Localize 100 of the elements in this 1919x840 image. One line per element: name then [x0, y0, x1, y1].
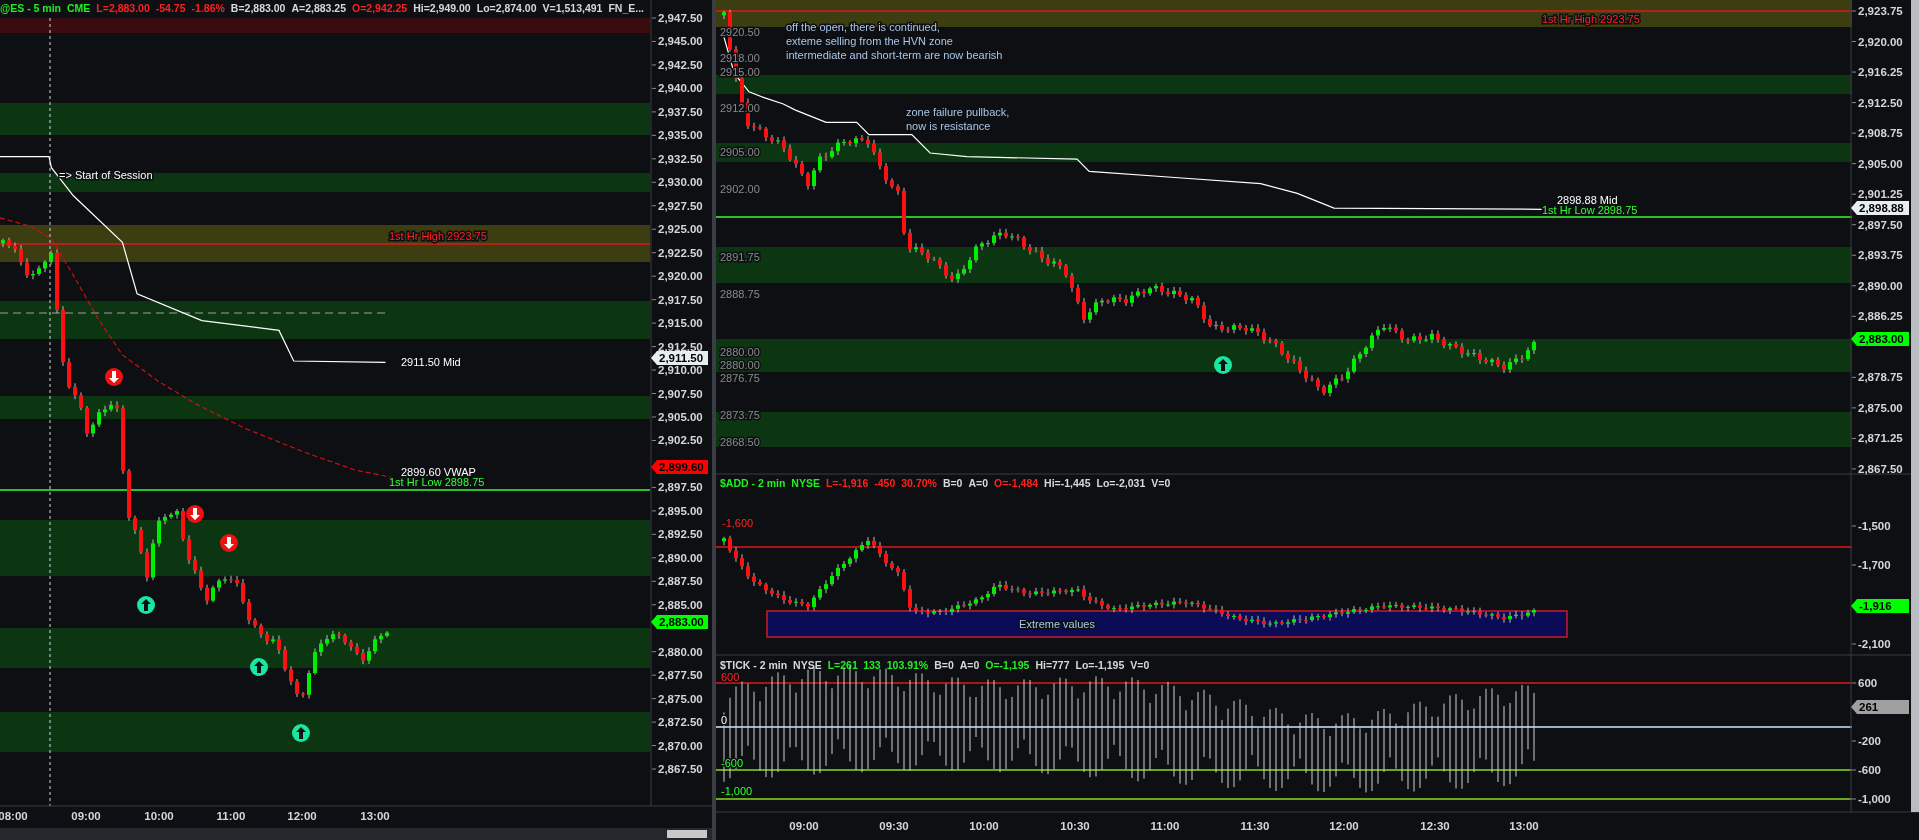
- axis-label: 2,897.50: [1851, 218, 1903, 231]
- axis-label: 2,910.00: [651, 364, 703, 377]
- axis-label: 2,867.50: [1851, 462, 1903, 475]
- axis-label: 2,875.00: [1851, 401, 1903, 414]
- axis-label: 2,877.50: [651, 669, 703, 682]
- axis-label: 2,905.00: [1851, 157, 1903, 170]
- axis-label: 2,917.50: [651, 293, 703, 306]
- axis-label: 2,930.00: [651, 176, 703, 189]
- axis-label: 2,885.00: [651, 598, 703, 611]
- time-axis-label: 10:30: [1060, 820, 1090, 832]
- axis-label: 2,945.00: [651, 35, 703, 48]
- axis-label: 2,927.50: [651, 199, 703, 212]
- chart-annotation: 2905.00: [720, 146, 760, 158]
- axis-label: 2,923.75: [1851, 5, 1903, 17]
- chart-annotation: 2899.60 VWAP: [401, 466, 476, 478]
- chart-annotation: 2902.00: [720, 183, 760, 195]
- axis-label: -2,100: [1851, 638, 1891, 650]
- chart-header: $TICK - 2 min NYSE L=261 133 103.91% B=0 A=0 O=-1,195 Hi=777 Lo=-1,195 V=0: [720, 659, 1150, 671]
- chart-annotation: -1,600: [722, 517, 754, 529]
- axis-label: 2,867.50: [651, 763, 703, 776]
- axis-label: 2,922.50: [651, 246, 703, 259]
- axis-label: 2,907.50: [651, 387, 703, 400]
- axis-label: 2,932.50: [651, 152, 703, 165]
- axis-label: 2,871.25: [1851, 432, 1903, 445]
- axis-label: 2,902.50: [651, 434, 703, 447]
- chart-header: $ADD - 2 min NYSE L=-1,916 -450 30.70% B=0 A=0 O=-1,484 Hi=-1,445 Lo=-2,031 V=0: [720, 477, 1171, 489]
- axis-label: 2,940.00: [651, 82, 703, 95]
- axis-label: 2,880.00: [651, 645, 703, 658]
- chart-note: zone failure pullback, now is resistance: [906, 106, 1010, 132]
- chart-annotation: => Start of Session: [59, 169, 153, 181]
- chart-annotation: 1st Hr High 2923.75: [389, 230, 487, 242]
- price-badge: 261: [1851, 700, 1909, 714]
- time-axis-label: 13:00: [1509, 820, 1539, 832]
- axis-label: 2,935.00: [651, 129, 703, 142]
- axis-label: 2,872.50: [651, 716, 703, 729]
- time-axis-label: 09:00: [789, 820, 819, 832]
- axis-label: 2,878.75: [1851, 371, 1903, 384]
- axis-label: 2,915.00: [651, 317, 703, 330]
- time-axis-label: 09:00: [71, 810, 101, 822]
- chart-annotation: 2911.50 Mid: [401, 356, 461, 368]
- axis-label: -200: [1851, 735, 1882, 747]
- chart-annotation: 2891.75: [720, 251, 760, 263]
- price-badge: 2,883.00: [651, 615, 708, 629]
- axis-label: 2,920.00: [1851, 35, 1903, 48]
- axis-label: 2,916.25: [1851, 66, 1903, 79]
- axis-label: 2,892.50: [651, 528, 703, 541]
- chart-annotation: 2868.50: [720, 436, 760, 448]
- time-axis-label: 10:00: [969, 820, 999, 832]
- axis-label: 2,912.50: [651, 340, 703, 353]
- chart-annotation: 2873.75: [720, 409, 760, 421]
- axis-label: 2,897.50: [651, 481, 703, 494]
- chart-header: @ES - 5 min CME L=2,883.00 -54.75 -1.86% B=2,883.00 A=2,883.25 O=2,942.25 Hi=2,949.00 Lo=2,874.00 V=1,513,491 FN_E...: [0, 2, 644, 14]
- time-axis-label: 11:00: [1150, 820, 1180, 832]
- axis-label: 2,893.75: [1851, 249, 1903, 262]
- axis-label: -600: [1851, 764, 1882, 776]
- chart-annotation: 600: [721, 671, 740, 683]
- chart-annotation: -1,000: [721, 785, 753, 797]
- time-axis-label: 13:00: [360, 810, 390, 822]
- axis-label: 2,870.00: [651, 739, 703, 752]
- price-badge: -1,916: [1851, 599, 1909, 613]
- time-axis-label: 09:30: [879, 820, 909, 832]
- price-badge: 2,883.00: [1851, 332, 1909, 346]
- axis-label: 600: [1851, 677, 1878, 689]
- chart-annotation: 2888.75: [720, 288, 760, 300]
- axis-label: -1,000: [1851, 793, 1891, 805]
- chart-annotation: 2880.00: [720, 346, 760, 358]
- price-badge: 2,898.88: [1851, 201, 1909, 215]
- axis-label: 2,901.25: [1851, 188, 1903, 201]
- chart-annotation: 1st Hr High 2923.75: [1542, 13, 1640, 25]
- axis-label: -1,700: [1851, 559, 1891, 571]
- axis-label: 2,890.00: [651, 551, 703, 564]
- chart-note: off the open, there is continued, exteme selling from the HVN zone intermediate and short-term are now bearish: [786, 21, 1003, 61]
- time-axis-label: 12:00: [287, 810, 317, 822]
- axis-label: 2,912.50: [1851, 96, 1903, 109]
- axis-label: -1,500: [1851, 520, 1891, 532]
- time-axis-label: 12:30: [1420, 820, 1450, 832]
- chart-annotation: 1st Hr Low 2898.75: [389, 476, 485, 488]
- chart-annotation: 1st Hr Low 2898.75: [1542, 204, 1638, 216]
- time-axis-label: 11:00: [216, 810, 246, 822]
- zone-label: Extreme values: [1019, 618, 1095, 630]
- time-axis-label: 12:00: [1329, 820, 1359, 832]
- axis-label: 2,908.75: [1851, 127, 1903, 140]
- price-badge: 2,911.50: [651, 351, 708, 365]
- axis-label: 2,887.50: [651, 575, 703, 588]
- time-axis-label: 11:30: [1240, 820, 1270, 832]
- axis-label: 2,895.00: [651, 504, 703, 517]
- chart-annotation: 2876.75: [720, 372, 760, 384]
- axis-label: 2,937.50: [651, 105, 703, 118]
- axis-label: 2,886.25: [1851, 310, 1903, 323]
- axis-label: 2,890.00: [1851, 279, 1903, 292]
- axis-label: 2,920.00: [651, 270, 703, 283]
- axis-label: 2,942.50: [651, 58, 703, 71]
- chart-annotation: 2880.00: [720, 359, 760, 371]
- time-axis-label: 10:00: [144, 810, 174, 822]
- axis-label: 2,905.00: [651, 411, 703, 423]
- axis-label: 2,947.50: [651, 12, 703, 24]
- axis-label: 2,875.00: [651, 692, 703, 705]
- chart-annotation: 0: [721, 714, 728, 726]
- chart-annotation: -600: [721, 757, 744, 769]
- axis-label: 2,925.00: [651, 223, 703, 236]
